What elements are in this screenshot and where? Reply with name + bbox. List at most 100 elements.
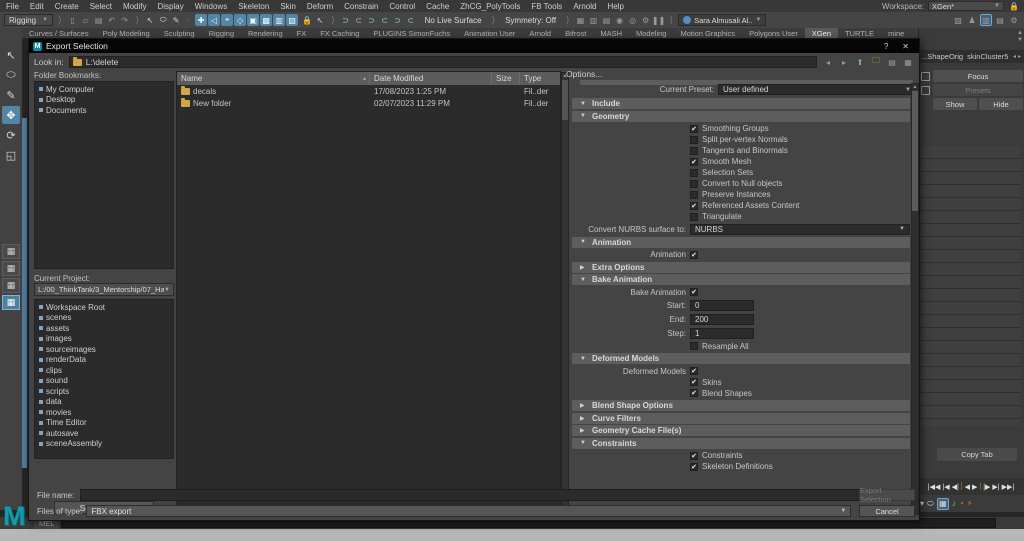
snap-point-icon[interactable]: ▩ [260, 14, 273, 26]
section-header-animation[interactable]: ▼ Animation [572, 236, 910, 248]
export-selection-button[interactable]: Export Selection [859, 486, 915, 504]
table-row[interactable]: decals 17/08/2023 1:25 PM Fil..der [177, 85, 560, 97]
render-settings-icon[interactable]: ⚙ [640, 14, 652, 26]
column-header-type[interactable]: Type [520, 72, 560, 85]
menu-arnold[interactable]: Arnold [573, 2, 596, 11]
menu-control[interactable]: Control [389, 2, 415, 11]
snap-magnet-viewplane-icon[interactable]: ⊃ [392, 14, 404, 26]
section-header-deformed-models[interactable]: ▼ Deformed Models [572, 353, 910, 364]
section-header-extra-options[interactable]: ▶ Extra Options [572, 261, 910, 273]
render-current-frame-icon[interactable]: ◉ [614, 14, 626, 26]
tab-shapeorig[interactable]: ...ShapeOrig [921, 52, 963, 61]
menu-create[interactable]: Create [55, 2, 79, 11]
create-folder-icon[interactable]: 🗀 [870, 56, 882, 68]
range-end-marker[interactable]: | [979, 483, 981, 490]
show-button[interactable]: Show [933, 98, 977, 110]
project-folder-sound[interactable]: sound [39, 376, 173, 387]
auto-key-icon[interactable]: ⚡ [967, 499, 973, 508]
go-to-start-icon[interactable]: |◀◀ [928, 483, 941, 491]
checkbox-convert-to-null-objects[interactable] [690, 179, 698, 188]
make-live-icon[interactable]: ⊂ [405, 14, 417, 26]
checkbox-resample-all[interactable] [690, 342, 698, 350]
bookmark-my-computer[interactable]: My Computer [39, 84, 173, 95]
snap-curve-icon[interactable]: ▣ [247, 14, 260, 26]
shelf-tab-bifrost[interactable]: Bifrost [558, 28, 593, 38]
menu-constrain[interactable]: Constrain [344, 2, 378, 11]
shelf-tab-xgen[interactable]: XGen [804, 28, 839, 38]
animation-snap-icon[interactable]: ▦ [936, 497, 949, 510]
open-scene-icon[interactable]: ▱ [80, 14, 92, 26]
shelf-tab-poly-modeling[interactable]: Poly Modeling [96, 28, 157, 38]
back-icon[interactable]: ◂ [822, 56, 834, 68]
shelf-tab-turtle[interactable]: TURTLE [838, 28, 881, 38]
project-folder-autosave[interactable]: autosave [39, 428, 173, 439]
anim-preferences-clock-icon[interactable]: ◔ [959, 499, 964, 508]
section-header-geometry[interactable]: ▼ Geometry [572, 110, 910, 122]
snap-magnet-grid-icon[interactable]: ⊃ [340, 14, 352, 26]
menu-set-dropdown[interactable]: Rigging ▼ [4, 14, 54, 26]
select-object-icon[interactable]: ◁ [208, 14, 221, 26]
step-back-key-icon[interactable]: ◀| [952, 483, 959, 491]
range-start-marker[interactable]: | [961, 483, 963, 490]
menu-zhcg-polytools[interactable]: ZhCG_PolyTools [460, 2, 520, 11]
checkbox-triangulate[interactable] [690, 212, 698, 221]
table-row[interactable]: New folder 02/07/2023 11:29 PM Fil..der [177, 97, 560, 109]
menu-deform[interactable]: Deform [307, 2, 333, 11]
live-surface-field[interactable]: No Live Surface [420, 14, 487, 26]
select-tool-icon[interactable]: ↖ [2, 46, 20, 64]
checkbox-tangents-and-binormals[interactable] [690, 146, 698, 155]
bookmark-desktop[interactable]: Desktop [39, 95, 173, 106]
project-folder-time-editor[interactable]: Time Editor [39, 418, 173, 429]
column-header-size[interactable]: Size [492, 72, 520, 85]
attribute-editor-icon[interactable]: ▤ [994, 14, 1006, 26]
list-view-icon[interactable]: ▤ [886, 56, 898, 68]
section-header-bake-animation[interactable]: ▼ Bake Animation [572, 274, 910, 285]
render-view-icon[interactable]: ▤ [601, 14, 613, 26]
tab-scroll-arrows[interactable]: ◂▸ [1013, 53, 1023, 60]
layout-two-pane-button[interactable]: ▦ [2, 278, 20, 293]
checkbox-animation[interactable]: ✔ [690, 250, 698, 259]
options-link[interactable]: Options... [566, 69, 919, 80]
checkbox-deformed-models[interactable]: ✔ [690, 367, 698, 375]
tool-settings-icon[interactable]: ⚙ [1008, 14, 1020, 26]
play-backwards-icon[interactable]: ◀ [965, 483, 970, 491]
playback-options-caret-icon[interactable]: ▾ [920, 499, 924, 508]
menu-display[interactable]: Display [158, 2, 184, 11]
paste-attr-icon[interactable] [921, 86, 930, 95]
shelf-tab-curves-surfaces[interactable]: Curves / Surfaces [22, 28, 96, 38]
column-header-name[interactable]: Name ▴ [177, 72, 370, 85]
checkbox-referenced-assets-content[interactable]: ✔ [690, 201, 698, 210]
snap-magnet-projected-icon[interactable]: ⊂ [379, 14, 391, 26]
dialog-title-bar[interactable]: M Export Selection ? ✕ [29, 39, 919, 53]
up-directory-icon[interactable]: ⬆ [854, 56, 866, 68]
shelf-tab-rendering[interactable]: Rendering [241, 28, 290, 38]
project-folder-clips[interactable]: clips [39, 365, 173, 376]
section-header-constraints[interactable]: ▼ Constraints [572, 437, 910, 449]
menu-help[interactable]: Help [607, 2, 623, 11]
shelf-tab-fx-caching[interactable]: FX Caching [313, 28, 366, 38]
lock-selection-icon[interactable]: 🔒 [301, 14, 313, 26]
column-header-date-modified[interactable]: Date Modified [370, 72, 492, 85]
cancel-button[interactable]: Cancel [859, 505, 915, 517]
playblast-icon[interactable]: ▥ [588, 14, 600, 26]
shelf-tab-polygons-user[interactable]: Polygons User [742, 28, 805, 38]
project-folder-images[interactable]: images [39, 334, 173, 345]
project-folder-scripts[interactable]: scripts [39, 386, 173, 397]
character-controls-icon[interactable]: ♟ [966, 14, 978, 26]
menu-select[interactable]: Select [90, 2, 112, 11]
project-folder-sceneassembly[interactable]: sceneAssembly [39, 439, 173, 450]
project-folder-movies[interactable]: movies [39, 407, 173, 418]
project-folder-scenes[interactable]: scenes [39, 313, 173, 324]
move-tool-icon[interactable]: ✥ [2, 106, 20, 124]
shelf-tab-rigging[interactable]: Rigging [202, 28, 241, 38]
input-start-[interactable]: 0 [690, 299, 754, 311]
attribute-editor-scrollbar[interactable]: ▲ ▼ [1017, 30, 1023, 43]
project-folder-data[interactable]: data [39, 397, 173, 408]
select-hierarchy-icon[interactable]: ✚ [195, 14, 208, 26]
snap-magnet-point-icon[interactable]: ⊃ [366, 14, 378, 26]
project-folder-assets[interactable]: assets [39, 323, 173, 334]
shelf-tab-mine[interactable]: mine [881, 28, 911, 38]
menu-file[interactable]: File [6, 2, 19, 11]
checkbox-selection-sets[interactable] [690, 168, 698, 177]
modeling-toolkit-icon[interactable]: ▧ [952, 14, 964, 26]
